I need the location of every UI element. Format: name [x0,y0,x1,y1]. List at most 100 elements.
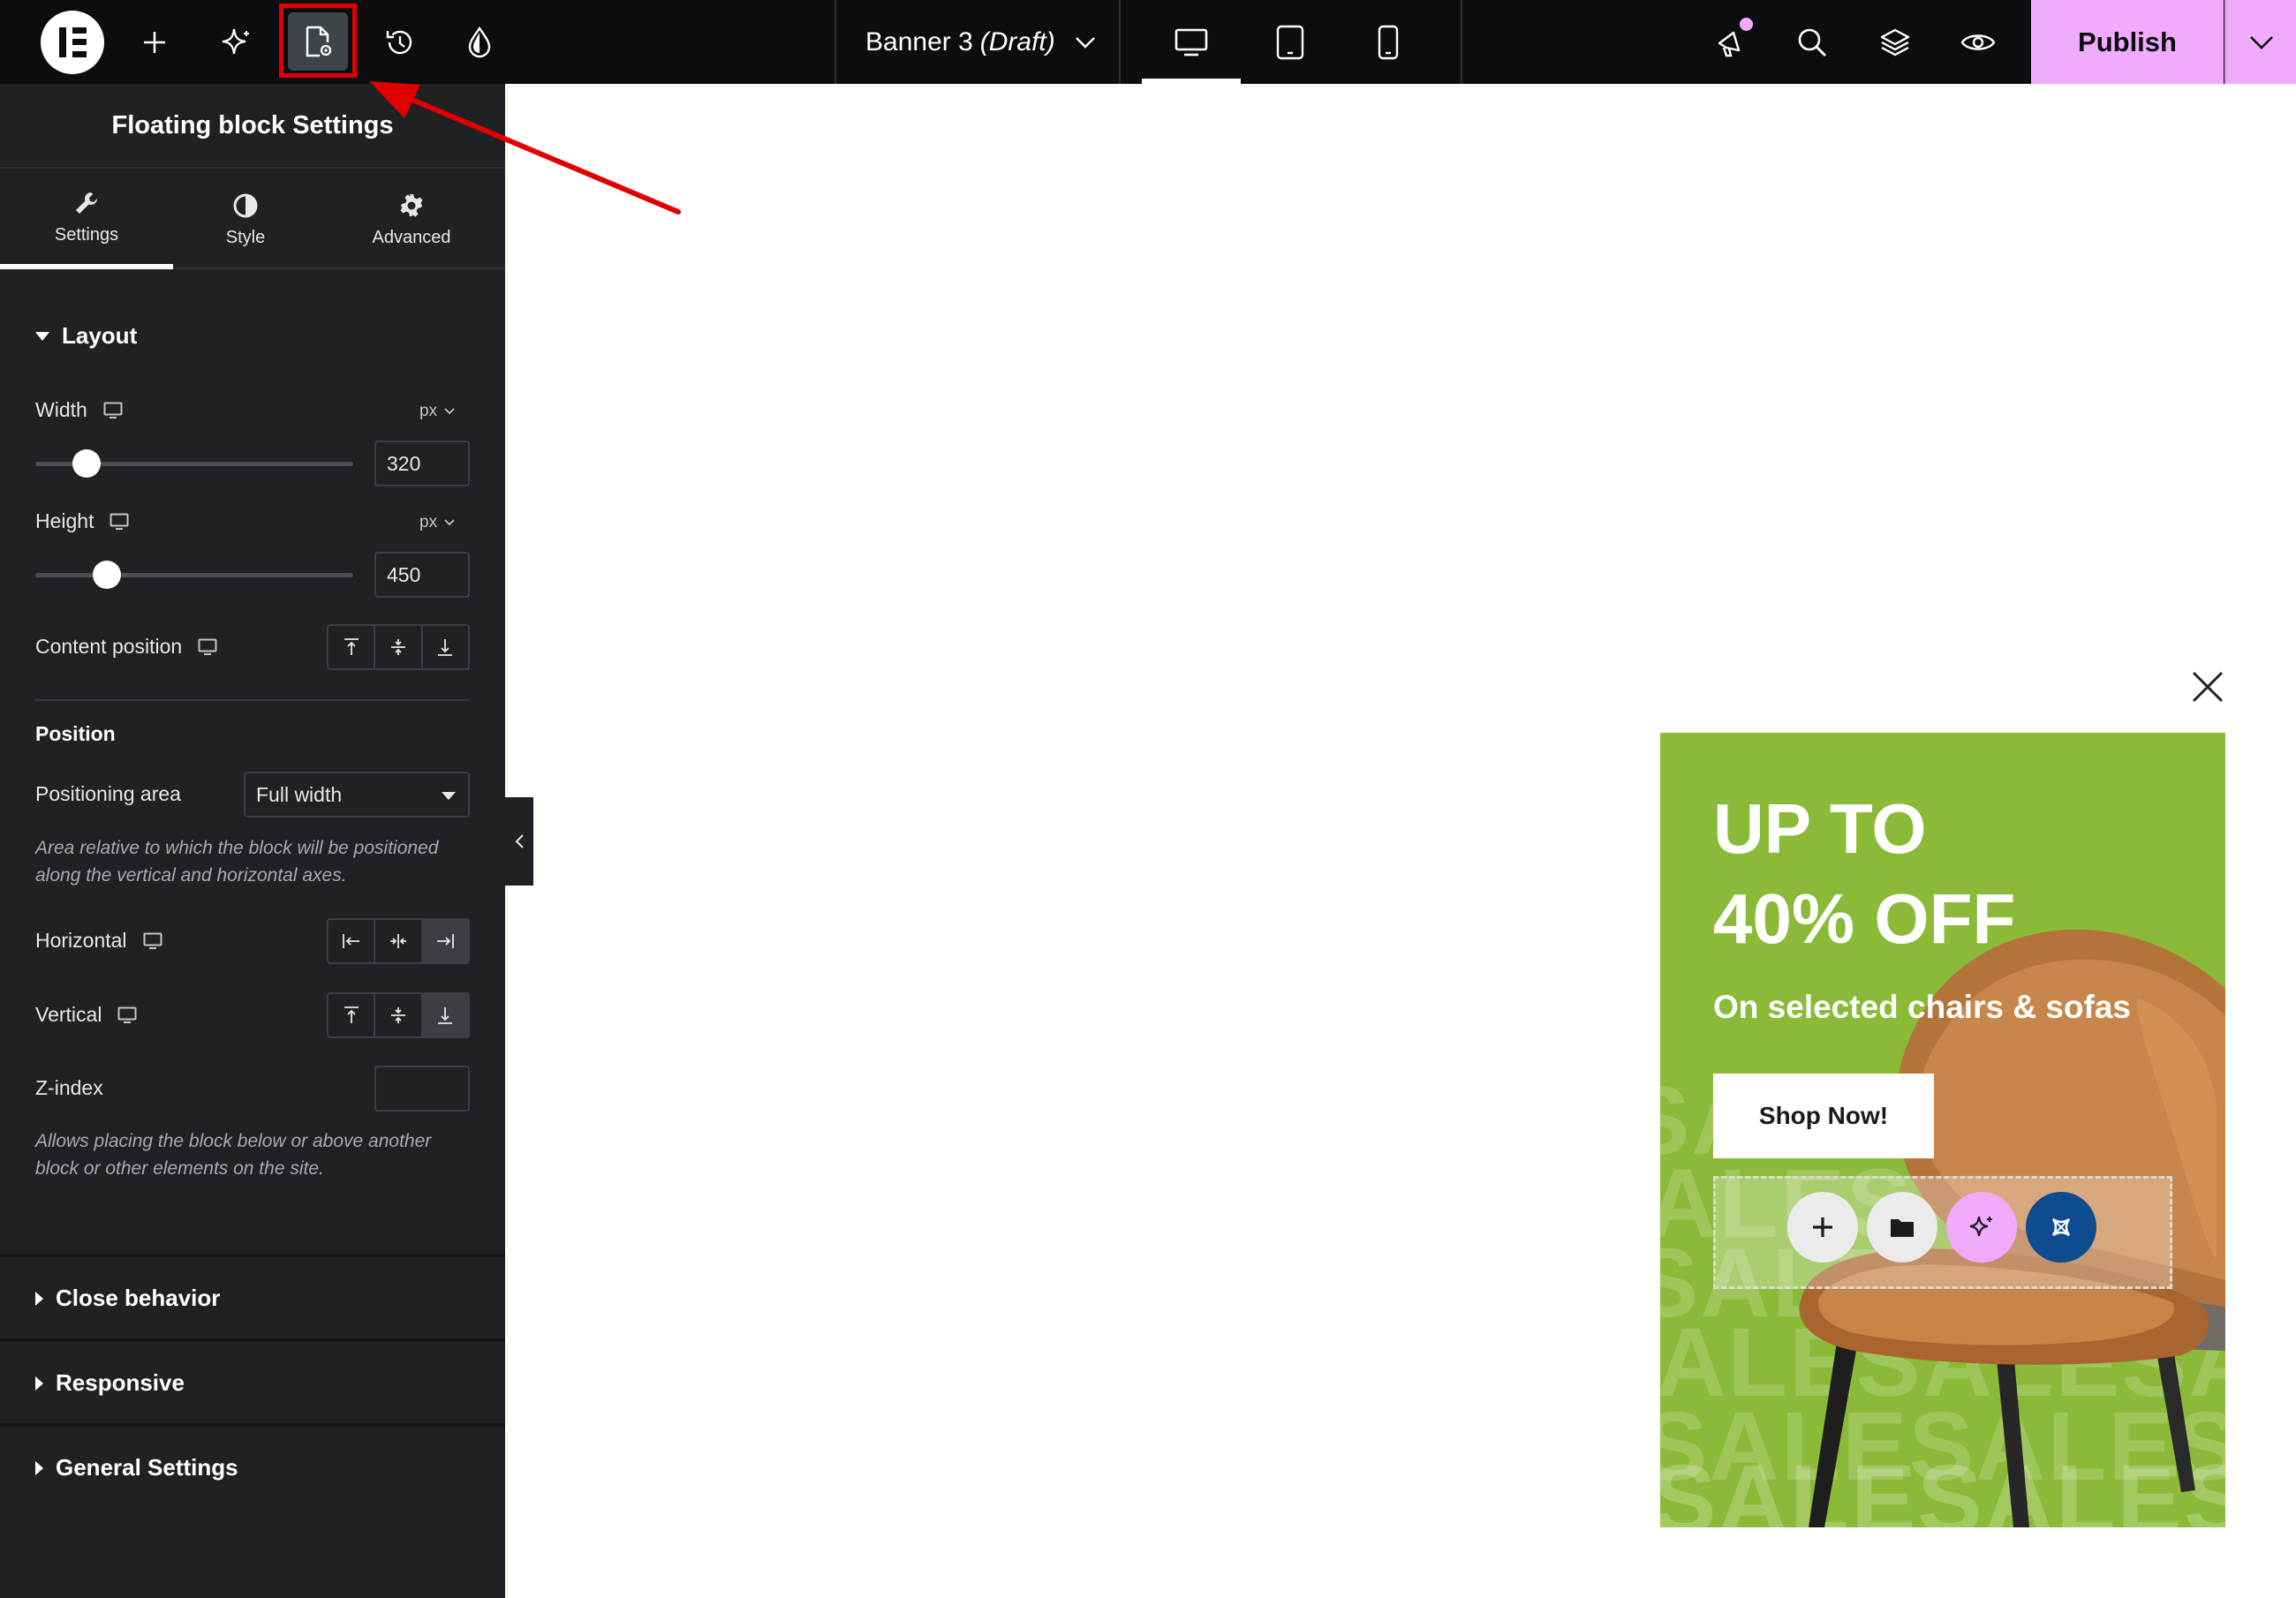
height-unit-select[interactable]: px [419,513,455,532]
horizontal-left-button[interactable] [329,920,376,962]
unit-text: px [419,513,438,531]
section-title: Responsive [56,1369,185,1396]
align-bottom-button[interactable] [423,626,468,668]
collapse-panel-button[interactable] [505,797,533,886]
separator [835,0,836,84]
height-slider[interactable] [35,573,353,577]
ai-build-button[interactable] [1946,1192,2017,1263]
height-slider-handle[interactable] [93,561,121,589]
publish-button[interactable]: Publish [2031,0,2224,84]
plus-icon [144,31,165,53]
align-bottom-icon [438,1007,453,1024]
banner-headline: UP TO 40% OFF [1713,784,2015,964]
responsive-section-toggle[interactable]: Responsive [35,1369,185,1397]
document-title-dropdown[interactable]: Banner 3 (Draft) [865,0,1096,84]
vertical-position-control [327,992,470,1038]
section-title: Layout [62,322,138,349]
vertical-middle-button[interactable] [375,994,423,1036]
add-element-button[interactable] [132,0,177,84]
layout-section-toggle[interactable]: Layout [35,322,137,350]
vertical-label: Vertical [35,1003,137,1027]
horizontal-right-button[interactable] [422,920,468,962]
vertical-top-button[interactable] [329,994,376,1036]
responsive-desktop-icon[interactable] [117,1006,137,1024]
structure-button[interactable] [1876,0,1915,84]
responsive-desktop-icon[interactable] [110,513,129,531]
vertical-bottom-button[interactable] [422,994,468,1036]
tab-label: Settings [54,224,119,245]
width-label-text: Width [35,398,87,421]
panel-title: Floating block Settings [0,84,505,169]
eye-icon [1960,34,1996,50]
document-settings-icon [306,26,332,57]
search-icon [1798,28,1826,57]
align-bottom-icon [438,639,453,656]
wrench-icon [76,192,97,214]
chevron-down-icon [1075,36,1095,49]
chevron-down-icon [444,408,455,415]
tab-style[interactable]: Style [173,170,318,269]
history-icon [386,30,412,54]
align-top-icon [344,638,359,655]
device-desktop-button[interactable] [1167,0,1215,84]
ai-assistant-button[interactable] [214,0,258,84]
width-unit-select[interactable]: px [419,402,455,421]
positioning-area-label-text: Positioning area [35,782,181,805]
tab-label: Style [225,227,266,247]
elementor-logo-icon[interactable] [41,11,104,74]
tab-settings[interactable]: Settings [0,170,173,269]
add-section-button[interactable] [1787,1192,1858,1263]
preview-button[interactable] [1959,0,1998,84]
mobile-icon [1378,25,1399,59]
device-mobile-button[interactable] [1364,0,1412,84]
divider [35,699,470,701]
top-bar: Banner 3 (Draft) Publish [0,0,2296,84]
active-device-indicator [1142,79,1241,84]
shop-now-button[interactable]: Shop Now! [1713,1074,1934,1158]
width-input[interactable]: 320 [374,441,470,486]
finder-button[interactable] [1793,0,1832,84]
section-title: Close behavior [56,1285,221,1311]
zindex-input[interactable] [374,1066,470,1112]
section-divider [0,1254,505,1257]
desktop-icon [1174,28,1208,56]
align-right-icon [437,934,455,948]
template-kit-button[interactable] [2026,1192,2096,1263]
publish-options-button[interactable] [2224,0,2296,84]
content-position-label: Content position [35,635,217,659]
section-divider [0,1338,505,1342]
site-settings-button[interactable] [457,0,502,84]
floating-close-button[interactable] [2188,667,2227,706]
width-slider-handle[interactable] [72,449,101,478]
add-element-drop-zone[interactable] [1713,1176,2172,1289]
align-middle-button[interactable] [375,626,423,668]
responsive-desktop-icon[interactable] [143,932,162,950]
responsive-desktop-icon[interactable] [103,402,123,419]
align-top-button[interactable] [329,626,376,668]
add-template-button[interactable] [1867,1192,1937,1263]
zindex-help: Allows placing the block below or above … [35,1131,432,1179]
general-settings-section-toggle[interactable]: General Settings [35,1454,238,1481]
folder-icon [1891,1219,1914,1237]
height-input[interactable]: 450 [374,552,470,598]
device-tablet-button[interactable] [1266,0,1314,84]
tab-advanced[interactable]: Advanced [318,170,505,269]
horizontal-center-button[interactable] [375,920,423,962]
whats-new-button[interactable] [1711,0,1750,84]
align-middle-icon [390,1007,405,1023]
positioning-area-select[interactable]: Full width [244,772,470,818]
close-behavior-section-toggle[interactable]: Close behavior [35,1285,220,1312]
chevron-left-icon [515,834,524,848]
align-left-icon [342,934,359,948]
headline-line-1: UP TO [1713,789,1927,868]
headline-line-2: 40% OFF [1713,879,2016,958]
vertical-label-text: Vertical [35,1003,102,1026]
layers-icon [1880,28,1910,56]
floating-banner[interactable]: SALESALESALE SALESALESALE SALESALESALE S… [1660,733,2225,1527]
history-button[interactable] [378,0,422,84]
responsive-desktop-icon[interactable] [198,638,217,656]
page-settings-button[interactable] [288,12,348,71]
caret-right-icon [35,1460,43,1475]
positioning-area-help: Area relative to which the block will be… [35,838,439,886]
section-divider [0,1423,505,1427]
